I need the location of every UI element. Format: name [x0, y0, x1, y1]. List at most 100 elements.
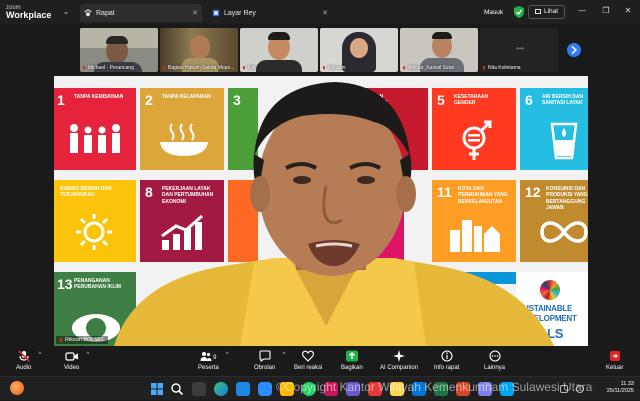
- participant-tile[interactable]: ••• Nita Kolintama: [480, 28, 558, 72]
- view-label: Lihat: [544, 8, 559, 15]
- participant-tile[interactable]: Michael - Perancang: [80, 28, 158, 72]
- mic-muted-icon: [60, 337, 62, 341]
- leave-button[interactable]: Keluar: [606, 350, 623, 371]
- participant-face: [350, 38, 368, 58]
- participant-tile[interactable]: Bagian Hukum Sekda Mopo...: [160, 28, 238, 72]
- participants-label: Peserta: [198, 365, 219, 371]
- more-label: Lainnya: [484, 365, 506, 371]
- windows-logo-icon: [151, 383, 163, 395]
- mic-muted-icon: [18, 350, 30, 362]
- screen-share-icon: [212, 9, 220, 17]
- people-icon: [200, 352, 212, 361]
- participant-name: Nita Kolintama: [482, 65, 521, 71]
- title-bar: zoom Workplace ⌄ Rapat ✕ Layar Rey ✕ Mas…: [0, 0, 640, 24]
- mic-muted-icon: [243, 65, 245, 69]
- zoom-logo[interactable]: zoom Workplace: [0, 0, 58, 24]
- copyright-watermark: ©Copyright Kantor Wilayah Kemenkumham Su…: [276, 380, 593, 394]
- participant-hair: [106, 36, 128, 44]
- participant-tile[interactable]: Raj: [240, 28, 318, 72]
- minimize-icon[interactable]: —: [572, 4, 592, 18]
- video-label: Video: [64, 365, 80, 371]
- chat-button[interactable]: Obrolan ^: [254, 350, 285, 371]
- sparkle-icon: [393, 350, 406, 362]
- info-icon: [441, 350, 453, 362]
- participant-name: Raj: [242, 65, 256, 71]
- weather-icon[interactable]: [10, 381, 24, 395]
- audio-button[interactable]: Audio ^: [16, 350, 41, 371]
- participant-name-text: Nita Kolintama: [488, 65, 521, 71]
- tab-screen-share-label: Layar Rey: [224, 9, 256, 17]
- next-page-button[interactable]: [567, 43, 581, 57]
- share-label: Bagikan: [341, 365, 363, 371]
- react-label: Beri reaksi: [294, 365, 323, 371]
- brand-line2: Workplace: [6, 9, 52, 20]
- chevron-right-icon: [571, 46, 577, 54]
- system-clock[interactable]: 11.33 25/11/2025: [607, 381, 634, 396]
- chevron-down-icon[interactable]: ⌄: [60, 7, 72, 16]
- participants-button[interactable]: 9 Peserta ^: [198, 350, 229, 371]
- signin-button[interactable]: Masuk: [476, 6, 511, 19]
- more-button[interactable]: Lainnya: [484, 350, 505, 371]
- heart-icon: [302, 350, 315, 362]
- view-button[interactable]: Lihat: [528, 5, 566, 19]
- chat-bubble-icon: [259, 350, 271, 362]
- clock-time: 11.33: [620, 381, 634, 387]
- participant-name: Albinar_Kanwil Sulut: [402, 65, 454, 71]
- meeting-toolbar: Audio ^ Video ^ 9 Peserta ^ Obrolan ^ Be…: [0, 346, 640, 376]
- mic-muted-icon: [163, 65, 165, 69]
- close-icon[interactable]: ✕: [322, 9, 328, 17]
- mic-muted-icon: [483, 65, 485, 69]
- react-button[interactable]: Beri reaksi: [294, 350, 322, 371]
- mic-muted-icon: [323, 65, 325, 69]
- windows-start-icon[interactable]: [150, 382, 164, 396]
- tab-meeting[interactable]: Rapat ✕: [80, 4, 202, 22]
- chevron-up-icon[interactable]: ^: [226, 352, 229, 358]
- participant-hair: [432, 32, 452, 39]
- meeting-info-button[interactable]: Info rapat: [434, 350, 459, 371]
- maximize-icon[interactable]: ❐: [596, 4, 616, 18]
- speaker-name-tag: Rikson BOLSEL: [56, 336, 108, 344]
- speaker-name: Rikson BOLSEL: [65, 337, 105, 343]
- clock-date: 25/11/2025: [606, 388, 634, 395]
- paw-icon: [84, 9, 92, 17]
- close-window-icon[interactable]: ✕: [618, 4, 638, 18]
- participant-name-text: Raj: [248, 65, 256, 71]
- search-icon[interactable]: [170, 382, 184, 396]
- video-button[interactable]: Video ^: [64, 350, 89, 371]
- ai-companion-button[interactable]: AI Companion: [380, 350, 418, 371]
- leave-icon: [609, 351, 620, 361]
- chevron-up-icon[interactable]: ^: [86, 352, 89, 358]
- tab-screen-share[interactable]: Layar Rey ✕: [208, 4, 332, 22]
- participant-strip: Michael - Perancang Bagian Hukum Sekda M…: [0, 24, 640, 74]
- participant-tile[interactable]: Nuraeni: [320, 28, 398, 72]
- ai-companion-label: AI Companion: [380, 365, 419, 371]
- participants-count: 9: [213, 354, 217, 361]
- participant-name-text: Albinar_Kanwil Sulut: [408, 65, 454, 71]
- mic-muted-icon: [83, 65, 85, 69]
- participant-name: Nuraeni: [322, 65, 346, 71]
- share-screen-icon: [345, 350, 358, 362]
- close-icon[interactable]: ✕: [192, 9, 198, 17]
- chevron-up-icon[interactable]: ^: [283, 352, 286, 358]
- mic-muted-icon: [403, 65, 405, 69]
- participant-name-text: Michael - Perancang: [88, 65, 134, 71]
- share-button[interactable]: Bagikan: [341, 350, 363, 371]
- participant-hair: [268, 32, 290, 40]
- tab-meeting-label: Rapat: [96, 9, 115, 17]
- edge-browser-icon[interactable]: [214, 382, 228, 396]
- grid-icon: [535, 8, 541, 14]
- participant-name-text: Bagian Hukum Sekda Mopo...: [168, 65, 235, 71]
- magnifier-glyph: [171, 383, 184, 396]
- task-view-icon[interactable]: [192, 382, 206, 396]
- shield-check-icon[interactable]: [514, 6, 524, 18]
- store-icon[interactable]: [236, 382, 250, 396]
- active-speaker-video[interactable]: 1 Tanpa Kemiskinan 2 Tanpa Kelaparan 3 P…: [54, 76, 588, 346]
- chevron-up-icon[interactable]: ^: [39, 352, 42, 358]
- participant-shirt: [256, 60, 302, 72]
- zoom-app-icon[interactable]: [258, 382, 272, 396]
- more-dots-icon: [488, 350, 501, 362]
- audio-label: Audio: [16, 365, 32, 371]
- participant-name: Michael - Perancang: [82, 65, 134, 71]
- chat-label: Obrolan: [254, 365, 276, 371]
- participant-tile[interactable]: Albinar_Kanwil Sulut: [400, 28, 478, 72]
